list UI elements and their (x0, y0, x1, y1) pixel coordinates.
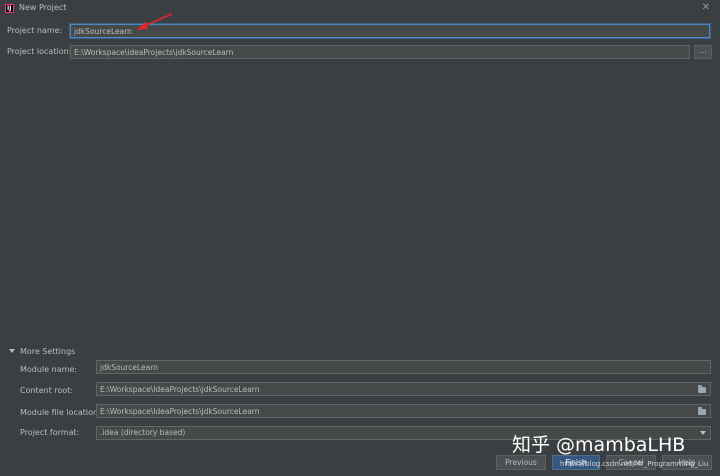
folder-icon[interactable] (698, 385, 706, 393)
content-root-input[interactable] (96, 382, 711, 396)
project-name-label: Project name: (7, 26, 63, 35)
folder-icon[interactable] (698, 407, 706, 415)
chevron-down-icon (9, 349, 15, 353)
chevron-down-icon (700, 431, 706, 435)
title-bar: IJ New Project ✕ (0, 0, 720, 17)
module-name-input[interactable] (96, 360, 711, 374)
project-name-input[interactable] (70, 24, 710, 38)
window-title: New Project (19, 3, 67, 12)
module-file-location-field (96, 404, 711, 418)
intellij-logo-icon: IJ (5, 4, 14, 13)
content-root-field (96, 382, 711, 396)
csdn-watermark: https://blog.csdn.net/Mr_Programming_Liu (560, 460, 709, 468)
project-location-input[interactable] (70, 45, 690, 59)
more-settings-label: More Settings (20, 347, 76, 356)
previous-button[interactable]: Previous (496, 455, 546, 470)
more-settings-toggle[interactable]: More Settings (9, 347, 75, 356)
module-name-label: Module name: (20, 365, 78, 374)
zhihu-watermark: 知乎 @mambaLHB (512, 434, 686, 456)
project-location-label: Project location: (7, 47, 72, 56)
project-format-label: Project format: (20, 428, 80, 437)
browse-location-button[interactable]: ... (694, 45, 712, 59)
content-root-label: Content root: (20, 386, 74, 395)
module-file-location-label: Module file location: (20, 408, 101, 417)
project-format-value: .idea (directory based) (100, 428, 186, 437)
module-file-location-input[interactable] (96, 404, 711, 418)
close-icon[interactable]: ✕ (702, 2, 710, 13)
